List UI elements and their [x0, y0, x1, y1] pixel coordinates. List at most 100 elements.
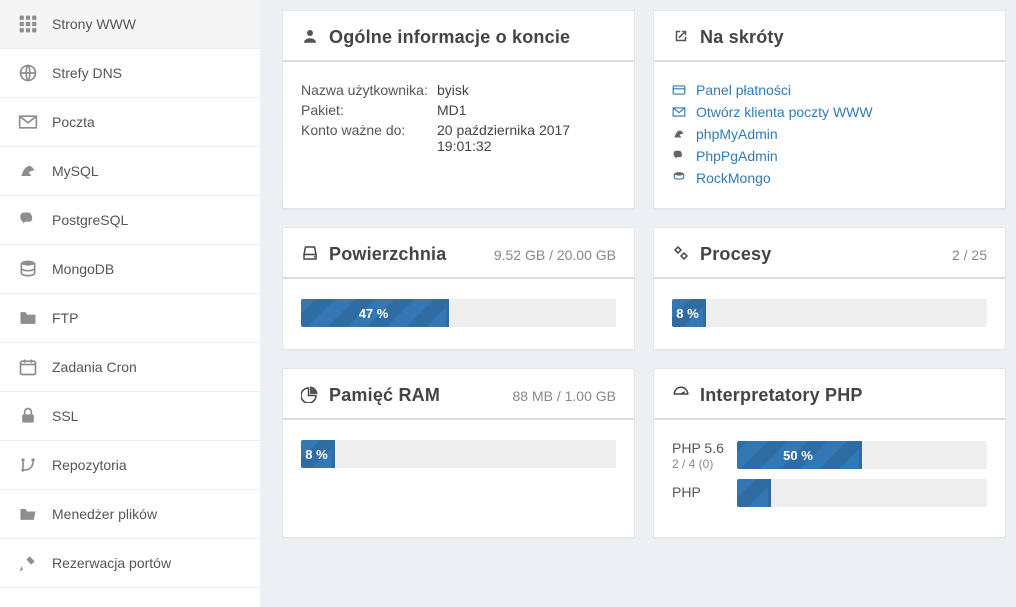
- shortcut-rockmongo[interactable]: RockMongo: [672, 170, 987, 186]
- sidebar-item-poczta[interactable]: Poczta: [0, 98, 260, 147]
- mysql-icon: [672, 127, 686, 141]
- shortcut-label: Panel płatności: [696, 82, 791, 98]
- panel-processes: Procesy 2 / 25 8 %: [653, 227, 1006, 350]
- username-label: Nazwa użytkownika:: [301, 82, 431, 98]
- username-value: byisk: [437, 82, 616, 98]
- calendar-icon: [18, 357, 38, 377]
- pie-chart-icon: [301, 385, 319, 406]
- sidebar-item-label: Poczta: [52, 114, 95, 130]
- panel-ram: Pamięć RAM 88 MB / 1.00 GB 8 %: [282, 368, 635, 538]
- panel-title: Powierzchnia: [329, 244, 446, 265]
- tools-icon: [18, 553, 38, 573]
- sidebar-item-repozytoria[interactable]: Repozytoria: [0, 441, 260, 490]
- user-icon: [301, 27, 319, 48]
- panel-header: Interpretatory PHP: [654, 369, 1005, 420]
- php-row: PHP 5.6 2 / 4 (0) 50 %: [672, 440, 987, 471]
- sidebar-item-mongodb[interactable]: MongoDB: [0, 245, 260, 294]
- panel-title: Pamięć RAM: [329, 385, 440, 406]
- hdd-icon: [301, 244, 319, 265]
- sidebar-item-label: Strony WWW: [52, 16, 136, 32]
- php-progress-fill: 50 %: [737, 441, 862, 469]
- sidebar-item-strony-www[interactable]: Strony WWW: [0, 0, 260, 49]
- panel-header: Procesy 2 / 25: [654, 228, 1005, 279]
- shortcut-panel-platnosci[interactable]: Panel płatności: [672, 82, 987, 98]
- package-label: Pakiet:: [301, 102, 431, 118]
- sidebar-item-label: Strefy DNS: [52, 65, 122, 81]
- panel-disk: Powierzchnia 9.52 GB / 20.00 GB 47 %: [282, 227, 635, 350]
- folder-open-icon: [18, 504, 38, 524]
- sidebar-item-cron[interactable]: Zadania Cron: [0, 343, 260, 392]
- main-content: Ogólne informacje o koncie Nazwa użytkow…: [260, 0, 1016, 607]
- package-value: MD1: [437, 102, 616, 118]
- sidebar-item-mysql[interactable]: MySQL: [0, 147, 260, 196]
- php-count-label: 2 / 4 (0): [672, 457, 727, 471]
- panel-header: Pamięć RAM 88 MB / 1.00 GB: [283, 369, 634, 420]
- disk-usage-text: 9.52 GB / 20.00 GB: [494, 247, 616, 263]
- panel-title: Ogólne informacje o koncie: [329, 27, 570, 48]
- sidebar-item-label: Repozytoria: [52, 457, 127, 473]
- grid-icon: [18, 14, 38, 34]
- sidebar: Strony WWW Strefy DNS Poczta MySQL Postg: [0, 0, 260, 607]
- sidebar-item-label: FTP: [52, 310, 78, 326]
- branch-icon: [18, 455, 38, 475]
- sidebar-item-ssl[interactable]: SSL: [0, 392, 260, 441]
- php-progress-fill: [737, 479, 771, 507]
- folder-icon: [18, 308, 38, 328]
- sidebar-item-label: SSL: [52, 408, 78, 424]
- shortcut-label: PhpPgAdmin: [696, 148, 778, 164]
- sidebar-item-label: PostgreSQL: [52, 212, 128, 228]
- mysql-icon: [18, 161, 38, 181]
- external-link-icon: [672, 27, 690, 48]
- ram-progress: 8 %: [301, 440, 616, 468]
- envelope-icon: [672, 105, 686, 119]
- sidebar-item-label: MongoDB: [52, 261, 114, 277]
- php-progress: [737, 479, 987, 507]
- sidebar-item-label: Menedżer plików: [52, 506, 157, 522]
- processes-progress-fill: 8 %: [672, 299, 706, 327]
- panel-header: Na skróty: [654, 11, 1005, 62]
- shortcut-label: phpMyAdmin: [696, 126, 778, 142]
- sidebar-item-ftp[interactable]: FTP: [0, 294, 260, 343]
- panel-title: Procesy: [700, 244, 771, 265]
- panel-header: Powierzchnia 9.52 GB / 20.00 GB: [283, 228, 634, 279]
- sidebar-item-label: MySQL: [52, 163, 99, 179]
- panel-title: Na skróty: [700, 27, 784, 48]
- sidebar-item-strefy-dns[interactable]: Strefy DNS: [0, 49, 260, 98]
- ram-progress-fill: 8 %: [301, 440, 335, 468]
- disk-progress-fill: 47 %: [301, 299, 449, 327]
- postgres-icon: [18, 210, 38, 230]
- database-icon: [18, 259, 38, 279]
- valid-until-label: Konto ważne do:: [301, 122, 431, 154]
- processes-progress: 8 %: [672, 299, 987, 327]
- lock-icon: [18, 406, 38, 426]
- valid-until-value: 20 października 2017 19:01:32: [437, 122, 616, 154]
- panel-header: Ogólne informacje o koncie: [283, 11, 634, 62]
- shortcut-phpmyadmin[interactable]: phpMyAdmin: [672, 126, 987, 142]
- processes-usage-text: 2 / 25: [952, 247, 987, 263]
- panel-title: Interpretatory PHP: [700, 385, 863, 406]
- php-version-label: PHP: [672, 484, 727, 501]
- shortcut-label: Otwórz klienta poczty WWW: [696, 104, 873, 120]
- sidebar-item-label: Zadania Cron: [52, 359, 137, 375]
- shortcut-phppgadmin[interactable]: PhpPgAdmin: [672, 148, 987, 164]
- shortcut-webmail[interactable]: Otwórz klienta poczty WWW: [672, 104, 987, 120]
- panel-account-info: Ogólne informacje o koncie Nazwa użytkow…: [282, 10, 635, 209]
- envelope-icon: [18, 112, 38, 132]
- postgres-icon: [672, 149, 686, 163]
- disk-progress: 47 %: [301, 299, 616, 327]
- shortcut-label: RockMongo: [696, 170, 771, 186]
- database-icon: [672, 171, 686, 185]
- ram-usage-text: 88 MB / 1.00 GB: [513, 388, 617, 404]
- php-row: PHP: [672, 479, 987, 507]
- dashboard-icon: [672, 385, 690, 406]
- panel-php: Interpretatory PHP PHP 5.6 2 / 4 (0) 50 …: [653, 368, 1006, 538]
- sidebar-item-rezerwacja-portow[interactable]: Rezerwacja portów: [0, 539, 260, 588]
- globe-icon: [18, 63, 38, 83]
- sidebar-item-label: Rezerwacja portów: [52, 555, 171, 571]
- php-version-label: PHP 5.6: [672, 440, 727, 457]
- sidebar-item-menedzer-plikow[interactable]: Menedżer plików: [0, 490, 260, 539]
- panel-shortcuts: Na skróty Panel płatności Otwórz klienta…: [653, 10, 1006, 209]
- credit-card-icon: [672, 83, 686, 97]
- sidebar-item-postgresql[interactable]: PostgreSQL: [0, 196, 260, 245]
- php-progress: 50 %: [737, 441, 987, 469]
